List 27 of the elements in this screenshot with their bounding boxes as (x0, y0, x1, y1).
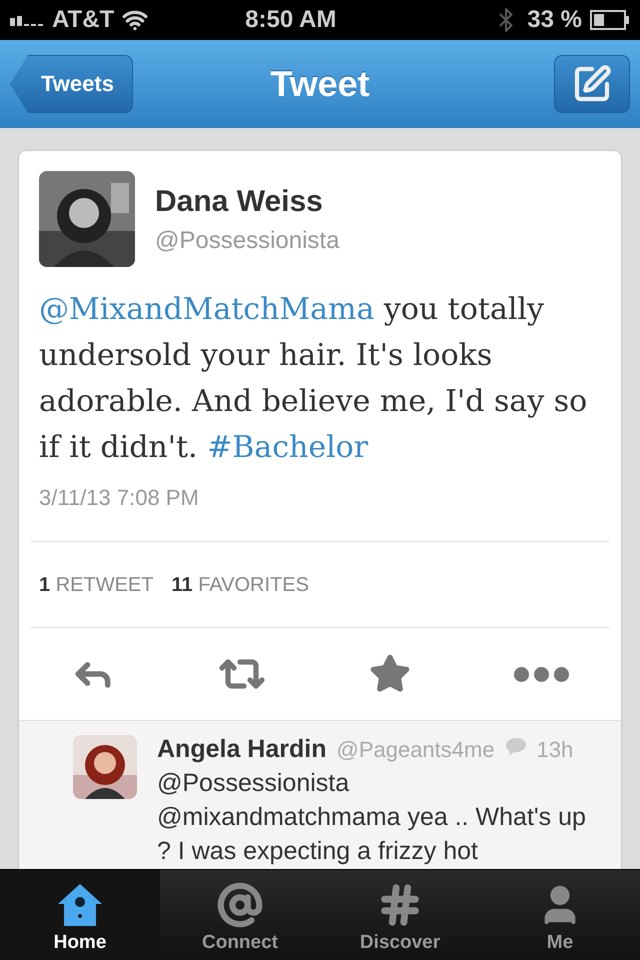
stat-count[interactable]: 1 RETWEET (39, 574, 154, 597)
birdhouse-icon (56, 882, 104, 928)
compose-button[interactable] (554, 55, 630, 113)
author-handle: @Possessionista (155, 227, 340, 255)
tab[interactable]: Discover (320, 870, 480, 960)
speech-bubble-icon (504, 737, 527, 757)
tab[interactable]: Connect (160, 870, 320, 960)
reply-time: 13h (536, 737, 574, 763)
clock-time: 8:50 AM (244, 6, 338, 34)
signal-icon (10, 14, 44, 26)
author-name: Dana Weiss (155, 185, 324, 219)
reply-author-name: Angela Hardin (157, 735, 326, 764)
battery-percent: 33 % (527, 6, 582, 34)
tweet-link[interactable]: #Bachelor (207, 430, 368, 465)
carrier-name: AT&T (52, 6, 114, 34)
stat-count[interactable]: 11 FAVORITES (171, 574, 309, 597)
tweet-link[interactable]: @MixandMatchMama (39, 292, 374, 327)
back-button[interactable]: Tweets (10, 55, 133, 113)
battery-icon (590, 10, 630, 30)
screen-title: Tweet (270, 63, 370, 105)
compose-icon (572, 64, 612, 104)
tweet-date: 3/11/13 7:08 PM (31, 471, 609, 542)
reply-text: @Possessionista @mixandmatchmama yea .. What's up ? I was expecting a frizzy hot (157, 768, 587, 867)
tweet-text: @MixandMatchMama you totally undersold your hair. It's looks adorable. And believe me, I'd say so if it didn't. #Bachelor (38, 291, 588, 467)
reply-author-handle: @Pageants4me (336, 737, 495, 763)
tab[interactable]: Me (480, 870, 640, 960)
at-sign-icon (217, 882, 263, 928)
